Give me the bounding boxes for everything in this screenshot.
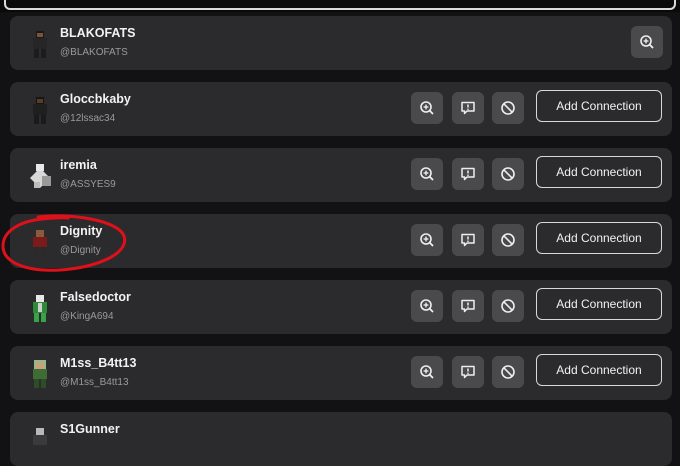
- top-border: [4, 0, 676, 10]
- block-icon: [501, 299, 515, 313]
- report-icon: [461, 299, 475, 313]
- report-button[interactable]: [452, 290, 484, 322]
- zoom-in-icon: [420, 299, 434, 313]
- view-profile-button[interactable]: [631, 26, 663, 58]
- block-button[interactable]: [492, 158, 524, 190]
- block-button[interactable]: [492, 92, 524, 124]
- username: @KingA694: [60, 311, 114, 322]
- display-name[interactable]: iremia: [60, 158, 97, 172]
- avatar[interactable]: [22, 158, 58, 194]
- avatar[interactable]: [22, 356, 58, 392]
- username: @M1ss_B4tt13: [60, 377, 129, 388]
- block-button[interactable]: [492, 356, 524, 388]
- avatar[interactable]: [22, 26, 58, 62]
- list-item: Falsedoctor @KingA694 Add Connection: [10, 280, 672, 334]
- add-connection-button[interactable]: Add Connection: [536, 156, 662, 188]
- zoom-in-icon: [420, 365, 434, 379]
- list-item: Dignity @Dignity Add Connection: [10, 214, 672, 268]
- display-name[interactable]: S1Gunner: [60, 422, 120, 436]
- avatar[interactable]: [22, 290, 58, 326]
- zoom-in-icon: [420, 233, 434, 247]
- report-icon: [461, 365, 475, 379]
- list-item: Gloccbkaby @12lssac34 Add Connection: [10, 82, 672, 136]
- report-icon: [461, 167, 475, 181]
- zoom-in-icon: [640, 35, 654, 49]
- add-connection-button[interactable]: Add Connection: [536, 222, 662, 254]
- display-name[interactable]: Gloccbkaby: [60, 92, 131, 106]
- report-button[interactable]: [452, 92, 484, 124]
- display-name[interactable]: M1ss_B4tt13: [60, 356, 136, 370]
- display-name[interactable]: Falsedoctor: [60, 290, 131, 304]
- username: @12lssac34: [60, 113, 116, 124]
- view-profile-button[interactable]: [411, 356, 443, 388]
- username: @ASSYES9: [60, 179, 116, 190]
- display-name[interactable]: BLAKOFATS: [60, 26, 135, 40]
- add-connection-button[interactable]: Add Connection: [536, 354, 662, 386]
- block-button[interactable]: [492, 290, 524, 322]
- list-item: BLAKOFATS @BLAKOFATS: [10, 16, 672, 70]
- zoom-in-icon: [420, 101, 434, 115]
- report-button[interactable]: [452, 224, 484, 256]
- username: @BLAKOFATS: [60, 47, 128, 58]
- report-icon: [461, 101, 475, 115]
- avatar[interactable]: [22, 92, 58, 128]
- block-icon: [501, 233, 515, 247]
- list-item: M1ss_B4tt13 @M1ss_B4tt13 Add Connection: [10, 346, 672, 400]
- list-item: S1Gunner: [10, 412, 672, 466]
- username: @Dignity: [60, 245, 101, 256]
- display-name[interactable]: Dignity: [60, 224, 102, 238]
- block-button[interactable]: [492, 224, 524, 256]
- block-icon: [501, 167, 515, 181]
- report-button[interactable]: [452, 158, 484, 190]
- view-profile-button[interactable]: [411, 290, 443, 322]
- view-profile-button[interactable]: [411, 92, 443, 124]
- zoom-in-icon: [420, 167, 434, 181]
- view-profile-button[interactable]: [411, 158, 443, 190]
- list-item: iremia @ASSYES9 Add Connection: [10, 148, 672, 202]
- add-connection-button[interactable]: Add Connection: [536, 288, 662, 320]
- block-icon: [501, 101, 515, 115]
- window-top-edge: [0, 0, 680, 12]
- report-button[interactable]: [452, 356, 484, 388]
- avatar[interactable]: [22, 422, 58, 458]
- block-icon: [501, 365, 515, 379]
- avatar[interactable]: [22, 224, 58, 260]
- add-connection-button[interactable]: Add Connection: [536, 90, 662, 122]
- view-profile-button[interactable]: [411, 224, 443, 256]
- report-icon: [461, 233, 475, 247]
